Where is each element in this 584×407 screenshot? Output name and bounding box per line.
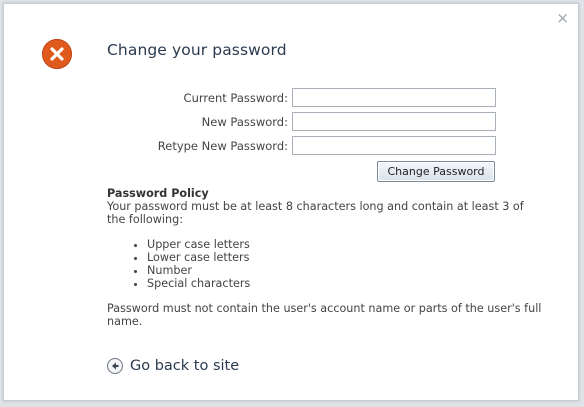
policy-item-number: Number bbox=[147, 264, 542, 277]
go-back-label[interactable]: Go back to site bbox=[130, 358, 239, 374]
policy-item-upper: Upper case letters bbox=[147, 238, 542, 251]
policy-title: Password Policy bbox=[107, 187, 209, 200]
go-back-link[interactable]: Go back to site bbox=[107, 356, 239, 376]
policy-item-special: Special characters bbox=[147, 277, 542, 290]
current-password-row: Current Password: bbox=[104, 88, 499, 108]
new-password-input[interactable] bbox=[292, 112, 496, 131]
current-password-input[interactable] bbox=[292, 88, 496, 107]
retype-password-input[interactable] bbox=[292, 136, 496, 155]
page-title: Change your password bbox=[107, 41, 287, 59]
retype-password-label: Retype New Password: bbox=[157, 139, 288, 153]
policy-intro: Your password must be at least 8 charact… bbox=[107, 200, 524, 226]
change-password-dialog: × Change your password Current Password:… bbox=[3, 3, 579, 401]
error-x-icon bbox=[42, 39, 72, 69]
change-password-button[interactable]: Change Password bbox=[377, 161, 495, 182]
policy-note: Password must not contain the user's acc… bbox=[107, 302, 542, 328]
current-password-label: Current Password: bbox=[183, 91, 288, 105]
close-icon[interactable]: × bbox=[556, 11, 569, 26]
new-password-label: New Password: bbox=[201, 115, 288, 129]
new-password-row: New Password: bbox=[104, 112, 499, 132]
back-arrow-icon[interactable] bbox=[107, 358, 123, 374]
retype-password-row: Retype New Password: bbox=[104, 136, 499, 156]
policy-item-lower: Lower case letters bbox=[147, 251, 542, 264]
password-policy: Password Policy Your password must be at… bbox=[107, 187, 542, 328]
policy-list: Upper case letters Lower case letters Nu… bbox=[107, 238, 542, 290]
